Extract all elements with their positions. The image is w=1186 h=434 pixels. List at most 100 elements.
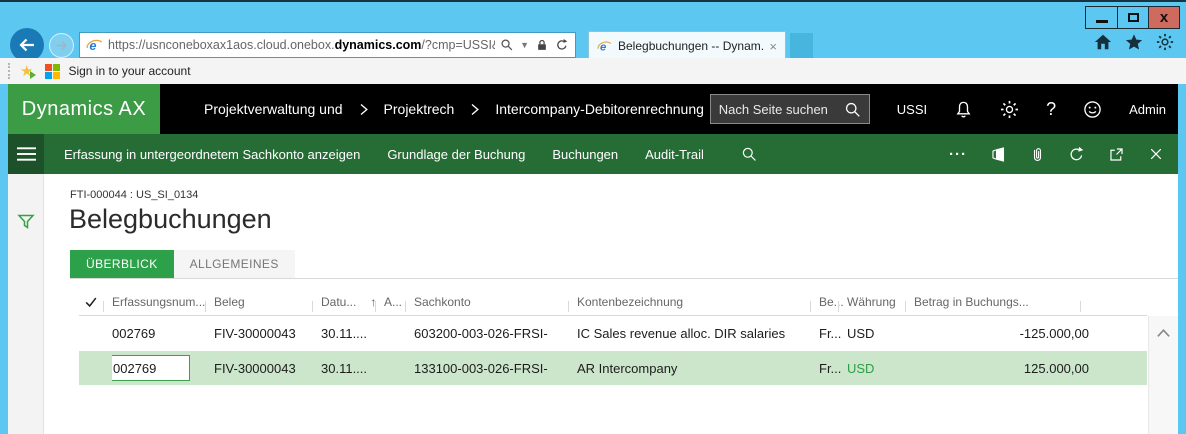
browser-tab[interactable]: e Belegbuchungen -- Dynam... ×: [588, 31, 786, 60]
new-tab-button[interactable]: [790, 33, 813, 58]
grid-header-row: Erfassungsnum... Beleg Datu...↑ A... Sac…: [79, 289, 1147, 316]
table-row-selected[interactable]: 002769 FIV-30000043 30.11.... 133100-003…: [79, 351, 1147, 385]
col-header-datum[interactable]: Datu...↑: [321, 289, 384, 315]
action-bar: Erfassung in untergeordnetem Sachkonto a…: [8, 134, 1178, 174]
left-sidebar: [8, 174, 44, 434]
cell-betrag: -125.000,00: [914, 326, 1089, 341]
cell-beleg: FIV-30000043: [214, 326, 321, 341]
cell-waehrung: USD: [847, 326, 914, 341]
settings-gear-icon[interactable]: [1156, 33, 1174, 51]
cell-sachkonto: 603200-003-026-FRSI-: [414, 326, 577, 341]
col-header-erfassung[interactable]: Erfassungsnum...: [112, 289, 214, 315]
cell-beleg: FIV-30000043: [214, 361, 321, 376]
dynamics-logo[interactable]: Dynamics AX: [8, 84, 160, 134]
home-icon[interactable]: [1094, 33, 1112, 51]
breadcrumb-item-page[interactable]: Intercompany-Debitorenrechnung: [495, 101, 704, 117]
cell-erfassung-editing: 002769: [112, 355, 214, 381]
browser-window: x e https://usnconeboxax1aos.cloud.onebo…: [0, 0, 1186, 434]
chevron-right-icon: [357, 102, 370, 117]
chevron-right-icon: [468, 102, 481, 117]
attachments-paperclip-icon[interactable]: [1030, 146, 1045, 163]
back-arrow-icon: [17, 35, 37, 55]
forward-arrow-icon: [54, 38, 69, 53]
add-favorite-star-icon[interactable]: ★: [20, 64, 33, 79]
col-header-betrag[interactable]: Betrag in Buchungs...: [914, 289, 1089, 315]
url-text[interactable]: https://usnconeboxax1aos.cloud.onebox.dy…: [108, 38, 495, 52]
help-icon[interactable]: ?: [1046, 99, 1056, 120]
tab-overview[interactable]: ÜBERBLICK: [70, 250, 174, 278]
action-show-subledger[interactable]: Erfassung in untergeordnetem Sachkonto a…: [64, 147, 360, 162]
window-maximize-button[interactable]: [1117, 7, 1148, 28]
col-header-sachkonto[interactable]: Sachkonto: [414, 289, 577, 315]
user-menu[interactable]: Admin: [1129, 102, 1166, 117]
scrollbar-up-icon[interactable]: [1156, 328, 1171, 338]
hamburger-menu-button[interactable]: [8, 134, 44, 174]
form-tabs: ÜBERBLICK ALLGEMEINES: [70, 250, 1178, 279]
col-header-be[interactable]: Be...: [819, 289, 847, 315]
action-posting-origin[interactable]: Grundlage der Buchung: [387, 147, 525, 162]
checkmark-icon: [84, 295, 98, 309]
col-header-a[interactable]: A...: [384, 289, 414, 315]
popout-icon[interactable]: [1108, 146, 1125, 163]
favorites-star-icon[interactable]: [1125, 33, 1143, 51]
signin-favorite-link[interactable]: Sign in to your account: [68, 64, 190, 78]
form-area: FTI-000044 : US_SI_0134 Belegbuchungen Ü…: [44, 174, 1178, 434]
window-close-button[interactable]: x: [1148, 7, 1179, 28]
microsoft-logo-icon: [45, 64, 60, 79]
breadcrumb-item-area[interactable]: Projektrech: [384, 101, 455, 117]
search-icon[interactable]: [500, 38, 514, 52]
cell-datum: 30.11....: [321, 361, 384, 376]
notifications-bell-icon[interactable]: [954, 100, 973, 119]
more-options-icon[interactable]: ···: [949, 146, 967, 163]
col-header-kontenbezeichnung[interactable]: Kontenbezeichnung: [577, 289, 819, 315]
hamburger-menu-icon: [17, 147, 36, 161]
cell-waehrung-link[interactable]: USD: [847, 361, 914, 376]
cell-betrag: 125.000,00: [914, 361, 1089, 376]
address-bar[interactable]: e https://usnconeboxax1aos.cloud.onebox.…: [79, 32, 576, 58]
refresh-icon[interactable]: [555, 38, 569, 52]
drag-handle[interactable]: [8, 63, 11, 79]
favorites-bar: ★ Sign in to your account: [0, 58, 1186, 84]
page-search-placeholder: Nach Seite suchen: [719, 102, 836, 117]
page-title: Belegbuchungen: [69, 204, 1178, 235]
feedback-smiley-icon[interactable]: [1083, 100, 1102, 119]
page-search-box[interactable]: Nach Seite suchen: [710, 94, 870, 124]
lock-icon: [535, 38, 549, 52]
tab-general[interactable]: ALLGEMEINES: [174, 250, 295, 278]
filter-funnel-icon[interactable]: [16, 212, 36, 232]
tab-close-icon[interactable]: ×: [769, 40, 777, 53]
ie-logo-icon: e: [86, 37, 103, 54]
browser-forward-button[interactable]: [49, 33, 74, 58]
record-id: FTI-000044 : US_SI_0134: [70, 189, 1178, 201]
breadcrumb-item-module[interactable]: Projektverwaltung und: [204, 101, 343, 117]
close-icon: x: [1160, 10, 1168, 25]
vertical-scrollbar[interactable]: [1148, 316, 1178, 434]
action-postings[interactable]: Buchungen: [552, 147, 618, 162]
action-audit-trail[interactable]: Audit-Trail: [645, 147, 704, 162]
erfassung-input[interactable]: 002769: [112, 355, 190, 381]
browser-chrome: x e https://usnconeboxax1aos.cloud.onebo…: [0, 0, 1186, 84]
col-header-waehrung[interactable]: Währung: [847, 289, 914, 315]
ie-logo-icon: e: [597, 39, 612, 54]
search-icon[interactable]: [844, 101, 861, 118]
page-viewport: Dynamics AX Projektverwaltung und Projek…: [0, 84, 1186, 434]
office-icon[interactable]: [990, 146, 1007, 163]
search-icon[interactable]: [741, 146, 757, 162]
close-icon[interactable]: [1148, 146, 1164, 162]
refresh-icon[interactable]: [1068, 146, 1085, 163]
page-content: FTI-000044 : US_SI_0134 Belegbuchungen Ü…: [8, 174, 1178, 434]
tab-title: Belegbuchungen -- Dynam...: [618, 39, 763, 53]
window-minimize-button[interactable]: [1086, 7, 1117, 28]
gear-icon[interactable]: [1000, 100, 1019, 119]
dynamics-header: Dynamics AX Projektverwaltung und Projek…: [8, 84, 1178, 134]
cell-datum: 30.11....: [321, 326, 384, 341]
company-badge[interactable]: USSI: [897, 102, 927, 117]
sort-ascending-icon: ↑: [370, 295, 376, 309]
table-row[interactable]: 002769 FIV-30000043 30.11.... 603200-003…: [79, 316, 1147, 351]
cell-be: Fr...: [819, 361, 847, 376]
select-column-header[interactable]: [79, 289, 112, 315]
browser-back-button[interactable]: [10, 28, 44, 62]
col-header-beleg[interactable]: Beleg: [214, 289, 321, 315]
window-controls: x: [1085, 6, 1180, 29]
chevron-down-icon[interactable]: ▼: [520, 40, 529, 50]
